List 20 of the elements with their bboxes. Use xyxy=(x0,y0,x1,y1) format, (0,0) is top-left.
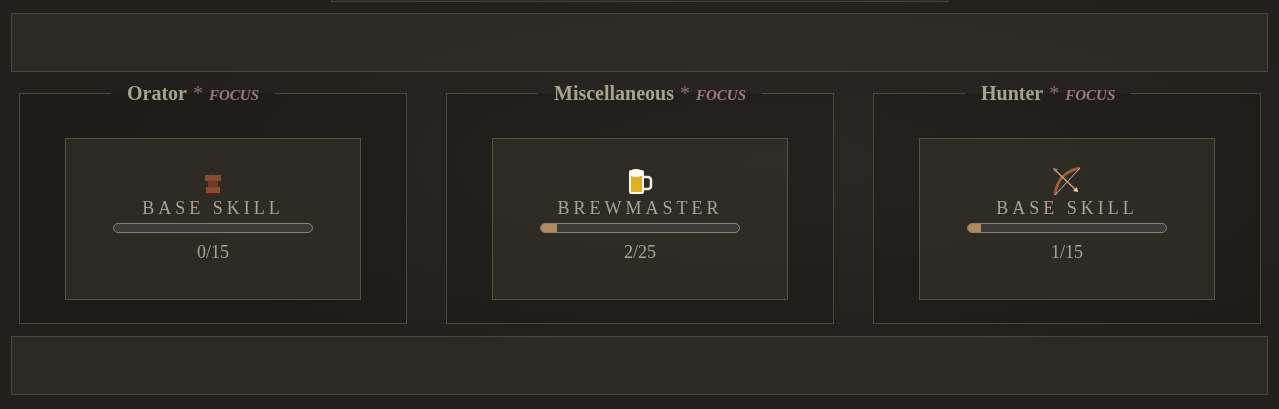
group-title: Orator xyxy=(127,82,187,104)
asterisk: * xyxy=(680,82,690,104)
group-title: Miscellaneous xyxy=(554,82,674,104)
progress-count: 2/25 xyxy=(624,242,656,263)
progress-count: 0/15 xyxy=(197,242,229,263)
mortar-icon xyxy=(204,167,222,197)
focus-label: FOCUS xyxy=(696,87,747,103)
asterisk: * xyxy=(1049,82,1060,104)
skill-card[interactable]: BREWMASTER 2/25 xyxy=(492,138,788,300)
skill-name: BASE SKILL xyxy=(996,198,1138,219)
bow-arrow-icon xyxy=(1051,167,1083,197)
skill-card[interactable]: BASE SKILL 0/15 xyxy=(65,138,361,300)
progress-count: 1/15 xyxy=(1051,242,1083,263)
focus-label: FOCUS xyxy=(1065,87,1116,103)
skill-card[interactable]: BASE SKILL 1/15 xyxy=(919,138,1215,300)
skill-name: BREWMASTER xyxy=(557,198,723,219)
skill-name: BASE SKILL xyxy=(142,198,284,219)
focus-label: FOCUS xyxy=(209,87,259,103)
group-title: Hunter xyxy=(981,82,1044,104)
asterisk: * xyxy=(193,82,203,104)
